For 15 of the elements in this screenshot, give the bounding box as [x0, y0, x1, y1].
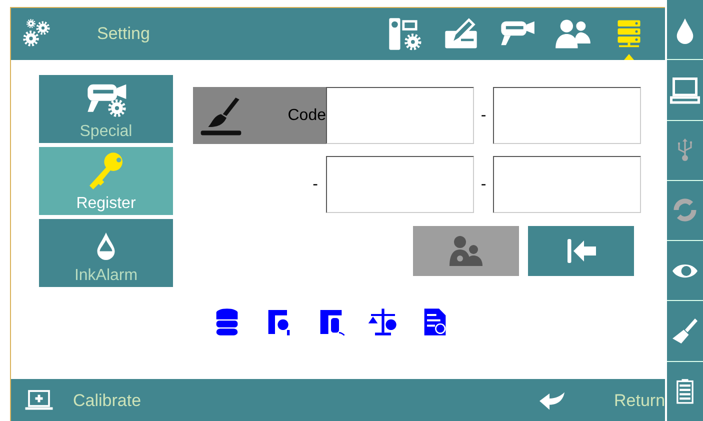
back-button[interactable] [528, 226, 634, 276]
code-field[interactable] [493, 156, 641, 213]
menu-item[interactable]: InkAlarm [39, 219, 173, 287]
dash-label: - [312, 176, 318, 194]
dash-label: - [480, 106, 488, 124]
code-field[interactable] [326, 156, 474, 213]
return-label[interactable]: Return [614, 390, 666, 410]
dash-label: - [480, 176, 488, 194]
page-title: Setting [97, 24, 151, 44]
menu-item[interactable]: Register [39, 147, 173, 215]
code-field[interactable] [326, 87, 474, 144]
code-field[interactable] [493, 87, 641, 144]
code-label: Code [288, 106, 326, 124]
menu-item[interactable]: Special [39, 75, 173, 143]
calibrate-label[interactable]: Calibrate [73, 390, 142, 410]
